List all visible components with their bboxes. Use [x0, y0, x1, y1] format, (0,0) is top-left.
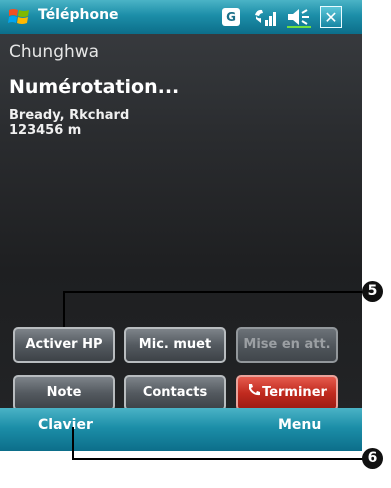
- end-call-button[interactable]: Terminer: [236, 375, 338, 411]
- keypad-softkey[interactable]: Clavier: [38, 417, 93, 433]
- callout-5-marker: 5: [362, 281, 383, 302]
- callout-6-marker: 6: [362, 448, 383, 469]
- contact-name: Bready, Rkchard: [9, 108, 130, 123]
- contact-number: 123456 m: [9, 123, 82, 138]
- signal-icon[interactable]: [252, 5, 280, 29]
- phone-screen: Téléphone G ✕ Chunghwa Numérotation... B…: [0, 0, 362, 451]
- end-call-label: Terminer: [262, 385, 327, 400]
- volume-icon[interactable]: [285, 5, 313, 29]
- title-bar: Téléphone G ✕: [0, 0, 362, 34]
- phone-handset-icon: [249, 384, 261, 396]
- speaker-button[interactable]: Activer HP: [13, 327, 115, 363]
- note-button[interactable]: Note: [13, 375, 115, 411]
- callout-6-line-horizontal: [72, 458, 370, 460]
- windows-start-icon[interactable]: [7, 5, 31, 29]
- callout-6-line-vertical: [72, 427, 74, 459]
- carrier-name: Chunghwa: [9, 42, 100, 62]
- hold-button[interactable]: Mise en att.: [236, 327, 338, 363]
- close-button[interactable]: ✕: [320, 6, 342, 28]
- callout-5-line-vertical: [63, 291, 65, 327]
- callout-5-line-horizontal: [63, 291, 370, 293]
- gprs-icon: G: [222, 8, 240, 26]
- soft-key-bar: Clavier Menu: [0, 408, 362, 451]
- app-title: Téléphone: [38, 7, 119, 23]
- call-status: Numérotation...: [9, 76, 180, 98]
- mute-button[interactable]: Mic. muet: [124, 327, 226, 363]
- contacts-button[interactable]: Contacts: [124, 375, 226, 411]
- menu-softkey[interactable]: Menu: [278, 417, 321, 433]
